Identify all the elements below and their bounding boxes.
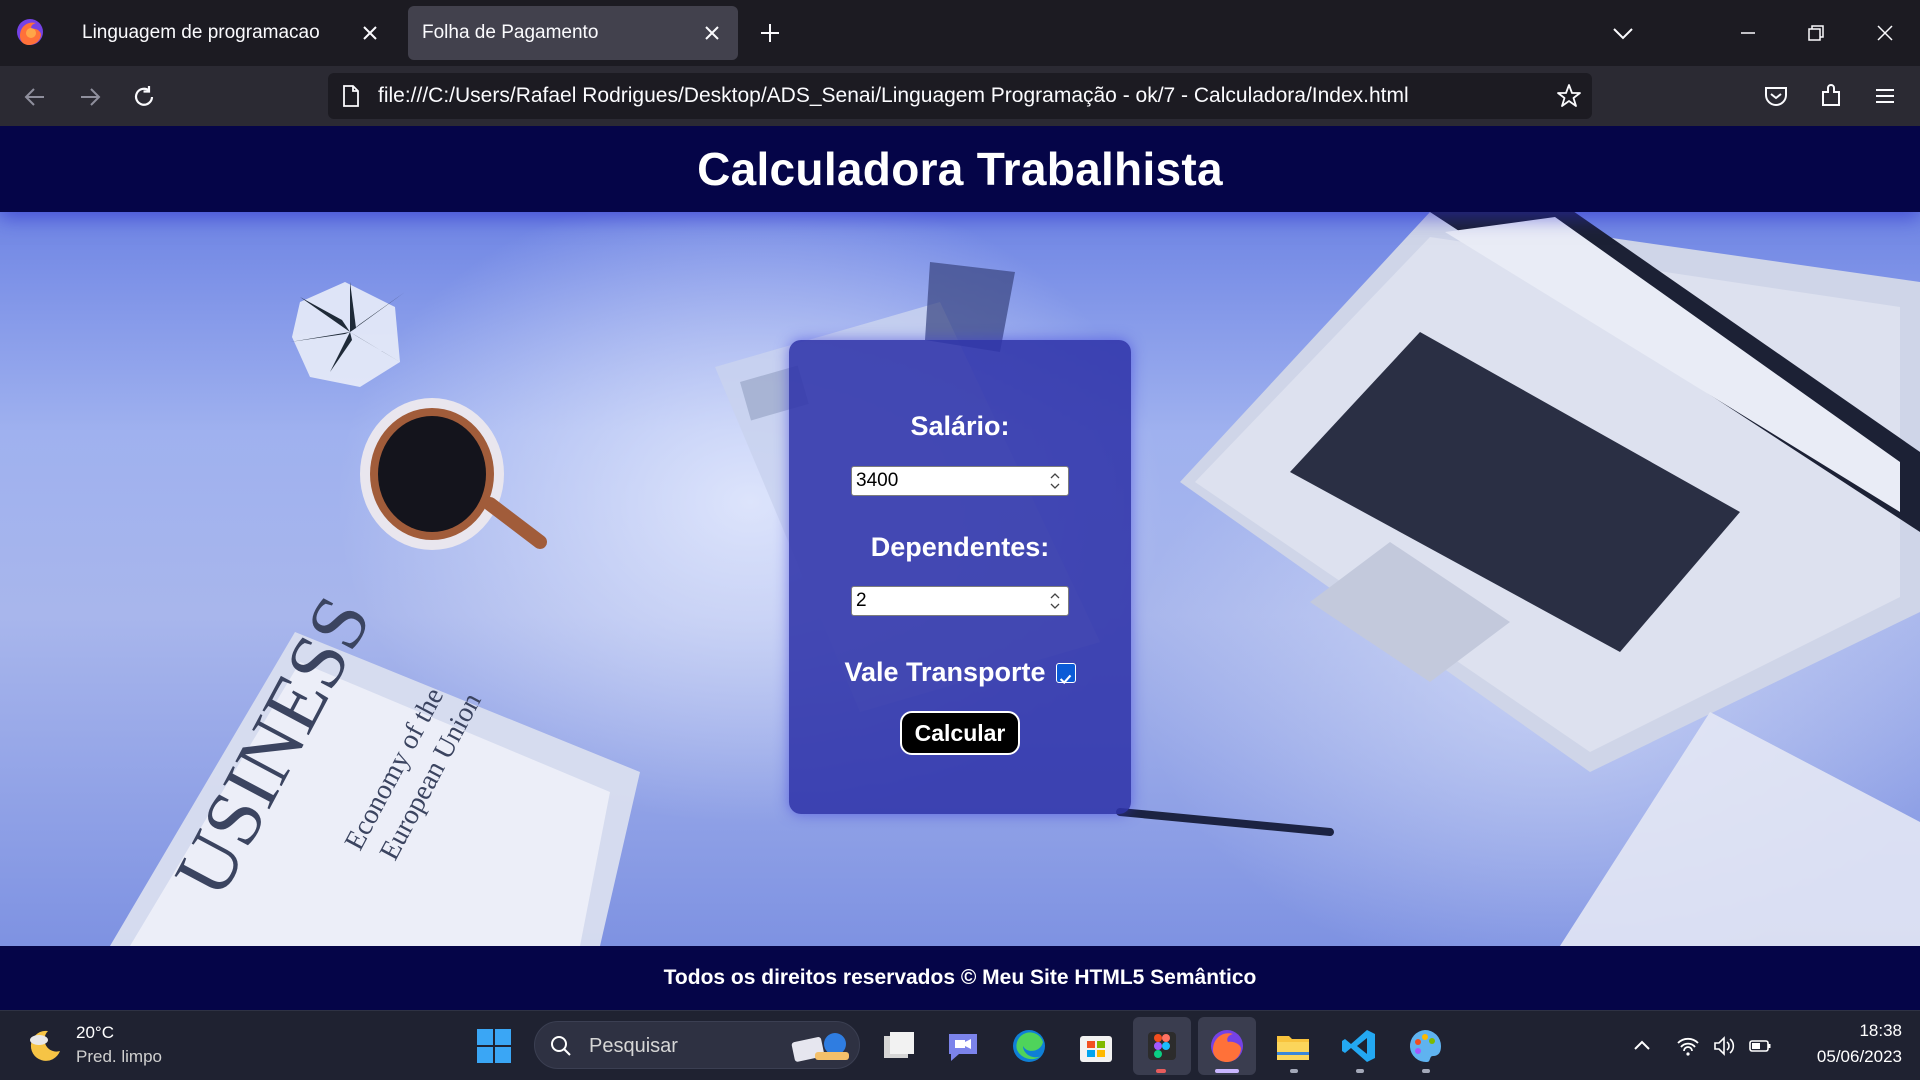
number-spinner-icon[interactable] [1048, 590, 1062, 612]
reload-icon[interactable] [131, 84, 157, 110]
dependentes-value: 2 [856, 590, 867, 611]
chevron-down-icon[interactable] [1610, 21, 1636, 45]
pocket-icon[interactable] [1763, 83, 1789, 109]
number-spinner-icon[interactable] [1048, 470, 1062, 492]
vale-transporte-checkbox[interactable] [1055, 662, 1076, 684]
close-tab-icon[interactable] [358, 21, 382, 45]
chevron-up-icon[interactable] [1630, 1034, 1654, 1058]
vale-transporte-row: Vale Transporte [789, 657, 1131, 688]
minimize-icon[interactable] [1736, 21, 1760, 45]
site-header: Calculadora Trabalhista [0, 126, 1920, 212]
close-tab-icon[interactable] [700, 21, 724, 45]
salario-value: 3400 [856, 470, 899, 491]
vale-transporte-label: Vale Transporte [844, 657, 1046, 687]
page-document-icon [343, 85, 359, 107]
salario-number-input[interactable]: 3400 [851, 466, 1069, 496]
page-title: Calculadora Trabalhista [697, 143, 1223, 195]
extensions-icon[interactable] [1818, 83, 1844, 109]
tab-label: Folha de Pagamento [422, 22, 599, 43]
battery-icon[interactable] [1748, 1034, 1772, 1058]
hero-background: USINESS Economy of the European Union Sa… [0, 212, 1920, 946]
dependentes-label: Dependentes: [870, 532, 1050, 562]
checkmark-icon [1059, 674, 1071, 684]
tab-linguagem[interactable]: Linguagem de programacao [68, 6, 396, 60]
back-arrow-icon[interactable] [22, 84, 48, 110]
paint-palette-icon[interactable] [1405, 1026, 1445, 1066]
url-text[interactable]: file:///C:/Users/Rafael Rodrigues/Deskto… [378, 84, 1409, 108]
calcular-button[interactable]: Calcular [900, 711, 1020, 755]
moon-weather-icon[interactable] [26, 1027, 64, 1065]
firefox-active-indicator [1215, 1069, 1239, 1073]
new-tab-plus-icon[interactable] [758, 21, 782, 45]
teams-chat-icon[interactable] [943, 1026, 983, 1066]
weather-temperature: 20°C [76, 1023, 114, 1042]
forward-arrow-icon[interactable] [77, 84, 103, 110]
web-page: Calculadora Trabalhista USINESS Economy … [0, 126, 1920, 1010]
figma-icon[interactable] [1142, 1026, 1182, 1066]
firefox-menu-icon[interactable] [14, 16, 46, 48]
salario-label: Salário: [910, 411, 1010, 441]
tab-label: Linguagem de programacao [82, 22, 320, 43]
clock-date[interactable]: 05/06/2023 [1790, 1047, 1902, 1067]
search-highlight-icon [791, 1033, 849, 1062]
search-placeholder: Pesquisar [589, 1035, 678, 1057]
calculator-form-card: Salário: 3400 Dependentes: 2 Vale Transp… [789, 340, 1131, 814]
vscode-icon[interactable] [1339, 1026, 1379, 1066]
close-window-icon[interactable] [1873, 21, 1897, 45]
edge-browser-icon[interactable] [1009, 1026, 1049, 1066]
windows-taskbar: 20°C Pred. limpo Pesquisar 18:38 05/06/2… [0, 1010, 1920, 1080]
tab-folha-de-pagamento[interactable]: Folha de Pagamento [408, 6, 738, 60]
explorer-running-indicator [1290, 1069, 1298, 1073]
vscode-running-indicator [1356, 1069, 1364, 1073]
microsoft-store-icon[interactable] [1076, 1026, 1116, 1066]
search-icon [551, 1036, 571, 1056]
taskbar-search-box[interactable]: Pesquisar [534, 1021, 860, 1069]
hamburger-menu-icon[interactable] [1872, 83, 1898, 109]
paint-running-indicator [1422, 1069, 1430, 1073]
bookmark-star-icon[interactable] [1556, 83, 1582, 109]
task-view-icon[interactable] [878, 1026, 918, 1066]
address-bar[interactable]: file:///C:/Users/Rafael Rodrigues/Deskto… [328, 73, 1592, 119]
file-explorer-icon[interactable] [1273, 1026, 1313, 1066]
site-footer: Todos os direitos reservados © Meu Site … [0, 946, 1920, 1010]
figma-running-indicator [1156, 1069, 1166, 1073]
browser-tab-bar: Linguagem de programacao Folha de Pagame… [0, 0, 1920, 66]
browser-nav-bar: file:///C:/Users/Rafael Rodrigues/Deskto… [0, 66, 1920, 126]
restore-icon[interactable] [1804, 21, 1828, 45]
wifi-icon[interactable] [1676, 1034, 1700, 1058]
footer-copyright-text: Todos os direitos reservados © Meu Site … [663, 966, 1257, 989]
windows-start-icon[interactable] [474, 1026, 514, 1066]
weather-description: Pred. limpo [76, 1047, 162, 1066]
dependentes-number-input[interactable]: 2 [851, 586, 1069, 616]
clock-time[interactable]: 18:38 [1840, 1021, 1902, 1041]
firefox-taskbar-icon[interactable] [1207, 1026, 1247, 1066]
volume-icon[interactable] [1712, 1034, 1736, 1058]
